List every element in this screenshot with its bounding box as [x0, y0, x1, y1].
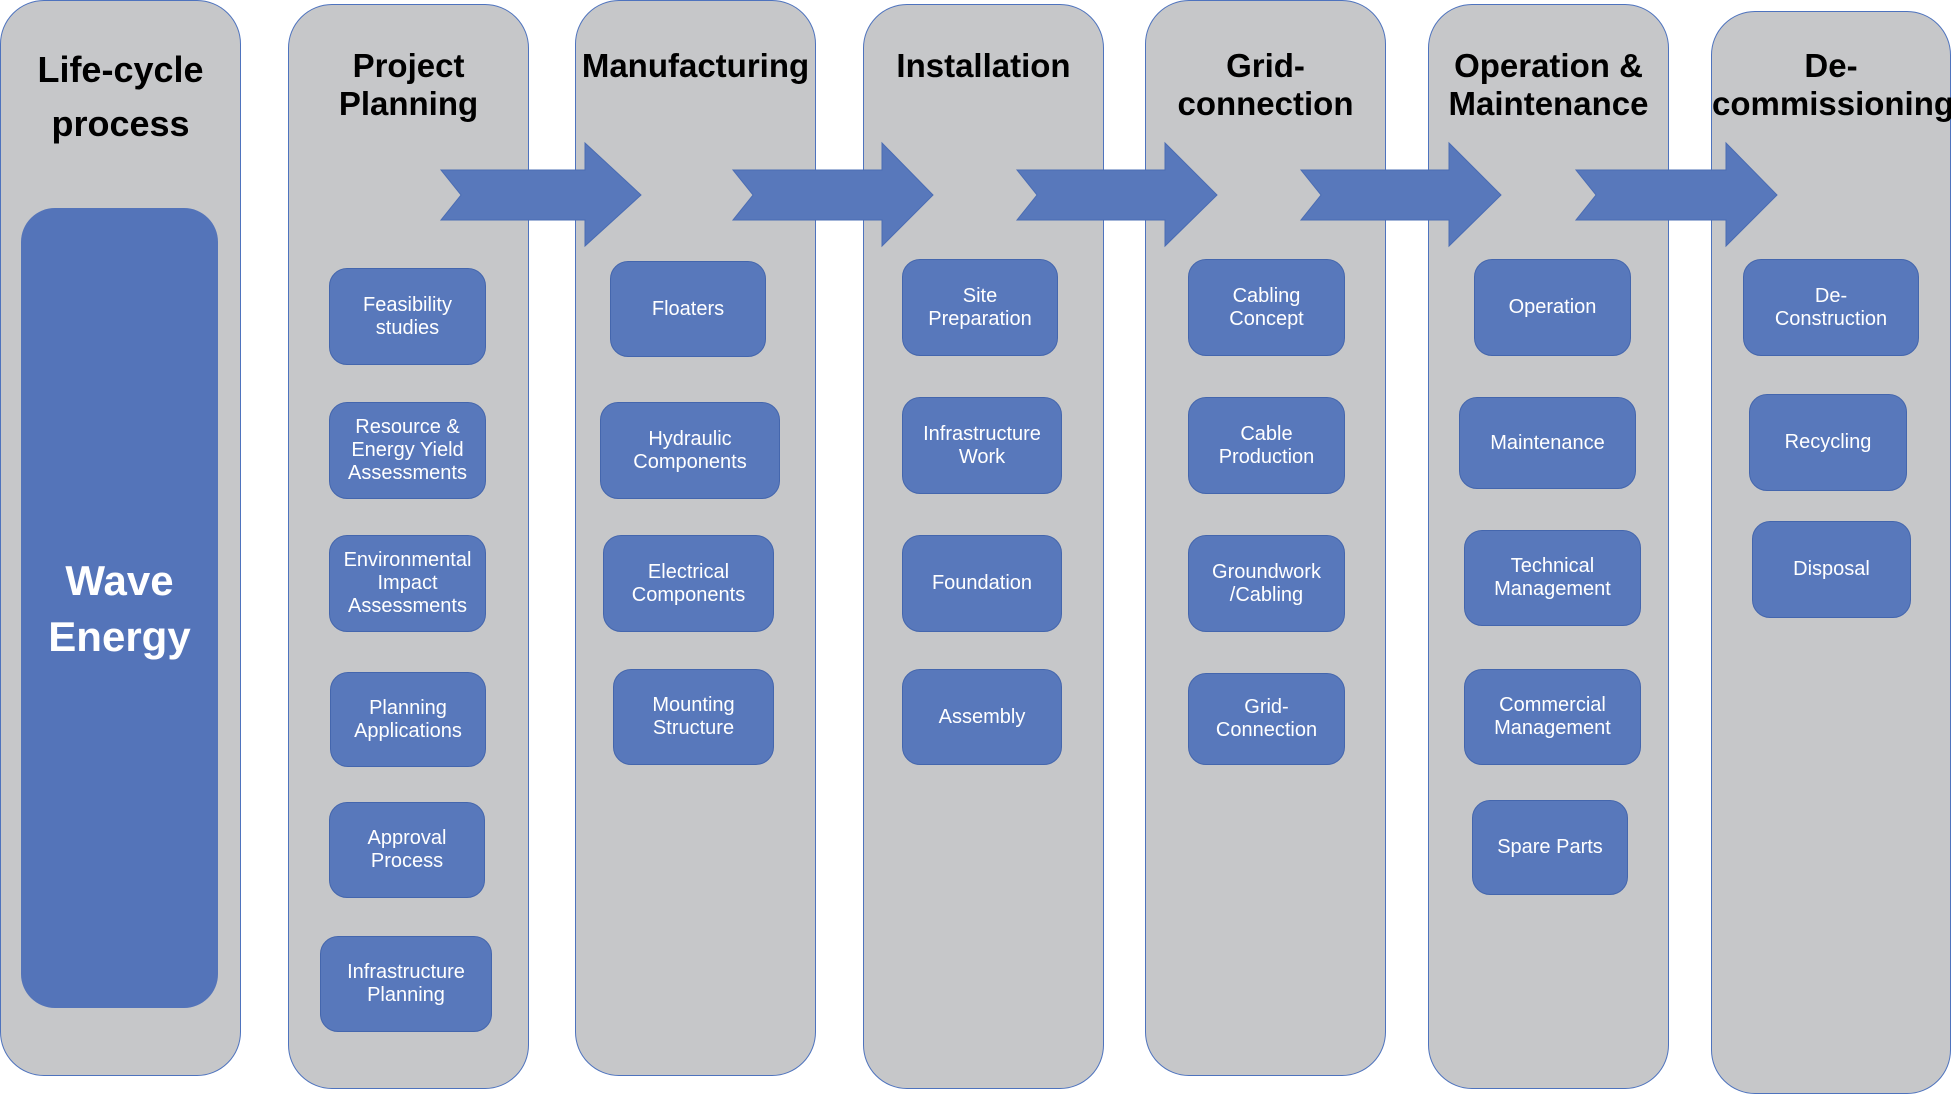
step-mounting-structure[interactable]: Mounting Structure [613, 669, 774, 765]
step-operation[interactable]: Operation [1474, 259, 1631, 356]
stage-title: Manufacturing [581, 47, 810, 84]
step-environmental-impact[interactable]: Environmental Impact Assessments [329, 535, 486, 632]
step-spare-parts[interactable]: Spare Parts [1472, 800, 1628, 895]
step-resource-energy-yield[interactable]: Resource & Energy Yield Assessments [329, 402, 486, 499]
step-infrastructure-work[interactable]: Infrastructure Work [902, 397, 1062, 494]
lifecycle-title: Life-cycle process [37, 49, 204, 144]
stage-title: Operation & Maintenance [1448, 47, 1649, 122]
step-planning-applications[interactable]: Planning Applications [330, 672, 486, 767]
step-cable-production[interactable]: Cable Production [1188, 397, 1345, 494]
step-hydraulic-components[interactable]: Hydraulic Components [600, 402, 780, 499]
step-floaters[interactable]: Floaters [610, 261, 766, 357]
step-foundation[interactable]: Foundation [902, 535, 1062, 632]
step-recycling[interactable]: Recycling [1749, 394, 1907, 491]
step-feasibility-studies[interactable]: Feasibility studies [329, 268, 486, 365]
step-assembly[interactable]: Assembly [902, 669, 1062, 765]
stage-title: Project Planning [338, 47, 479, 122]
step-disposal[interactable]: Disposal [1752, 521, 1911, 618]
step-commercial-management[interactable]: Commercial Management [1464, 669, 1641, 765]
step-cabling-concept[interactable]: Cabling Concept [1188, 259, 1345, 356]
stage-title: De- commissioning [1712, 47, 1951, 122]
step-groundwork-cabling[interactable]: Groundwork /Cabling [1188, 535, 1345, 632]
step-site-preparation[interactable]: Site Preparation [902, 259, 1058, 356]
step-maintenance[interactable]: Maintenance [1459, 397, 1636, 489]
stage-title: Grid- connection [1177, 47, 1354, 122]
step-de-construction[interactable]: De- Construction [1743, 259, 1919, 356]
step-approval-process[interactable]: Approval Process [329, 802, 485, 898]
lifecycle-column: Life-cycle process Wave Energy [0, 0, 241, 1076]
step-grid-connection[interactable]: Grid- Connection [1188, 673, 1345, 765]
wave-energy-block: Wave Energy [21, 208, 218, 1008]
step-infrastructure-planning[interactable]: Infrastructure Planning [320, 936, 492, 1032]
step-technical-management[interactable]: Technical Management [1464, 530, 1641, 626]
stage-title: Installation [896, 47, 1071, 84]
step-electrical-components[interactable]: Electrical Components [603, 535, 774, 632]
